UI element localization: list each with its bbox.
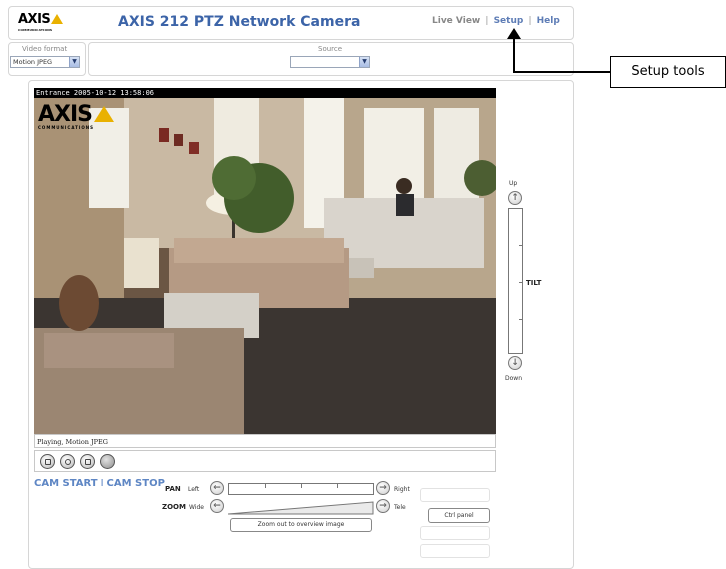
zoom-wide-arrow-icon[interactable]: ← — [210, 499, 224, 513]
logo-tagline: COMMUNICATIONS — [18, 28, 53, 32]
slider-tick — [265, 484, 266, 488]
pan-slider[interactable] — [228, 483, 374, 495]
fullscreen-icon — [85, 459, 91, 465]
axis-logo: AXIS COMMUNICATIONS — [18, 12, 64, 32]
status-bar: Playing, Motion JPEG — [34, 434, 496, 448]
pan-right-label: Right — [394, 486, 410, 493]
logo-triangle-icon — [51, 14, 64, 24]
tilt-up-label: Up — [509, 180, 518, 187]
zoom-tele-label: Tele — [394, 504, 406, 511]
page-title: AXIS 212 PTZ Network Camera — [118, 14, 361, 30]
player-controls — [34, 450, 496, 472]
zoom-wide-label: Wide — [189, 504, 204, 511]
callout-line-horizontal — [513, 71, 610, 73]
audio-button[interactable] — [100, 454, 115, 469]
empty-button-slot — [420, 544, 490, 558]
slider-tick — [519, 319, 523, 320]
nav-setup[interactable]: Setup — [494, 16, 524, 26]
chevron-down-icon[interactable]: ▼ — [69, 57, 79, 67]
video-axis-logo: AXIS COMMUNICATIONS — [38, 102, 115, 130]
pan-label: PAN — [165, 485, 181, 493]
logo-triangle-icon — [94, 106, 115, 122]
view-full-screen-button[interactable] — [80, 454, 95, 469]
empty-button-slot — [420, 526, 490, 540]
cam-stop-link[interactable]: CAM STOP — [107, 478, 165, 489]
video-logo-tagline: COMMUNICATIONS — [38, 125, 94, 130]
snapshot-icon — [65, 459, 71, 465]
top-nav: Live View | Setup | Help — [432, 16, 560, 26]
tilt-up-arrow-icon[interactable]: ↑ — [508, 191, 522, 205]
cam-start-link[interactable]: CAM START — [34, 478, 98, 489]
source-label: Source — [318, 45, 343, 53]
video-stream[interactable]: AXIS COMMUNICATIONS — [34, 98, 496, 434]
callout-line-vertical — [513, 38, 515, 72]
zoom-label: ZOOM — [162, 503, 186, 511]
cam-links-separator: I — [100, 478, 104, 489]
snapshot-button[interactable] — [60, 454, 75, 469]
pan-right-arrow-icon[interactable]: → — [376, 481, 390, 495]
video-format-value: Motion JPEG — [13, 58, 53, 66]
nav-separator: | — [485, 16, 489, 26]
slider-tick — [519, 245, 523, 246]
empty-button-slot — [420, 488, 490, 502]
ctrl-panel-button[interactable]: Ctrl panel — [428, 508, 490, 523]
stop-button[interactable] — [40, 454, 55, 469]
pan-left-arrow-icon[interactable]: ← — [210, 481, 224, 495]
zoom-wedge-icon — [227, 501, 374, 515]
pan-left-label: Left — [188, 486, 200, 493]
tilt-down-label: Down — [505, 375, 523, 382]
zoom-tele-arrow-icon[interactable]: → — [376, 499, 390, 513]
zoom-out-overview-button[interactable]: Zoom out to overview image — [230, 518, 372, 532]
video-overlay-text: Entrance 2005-10-12 13:58:06 — [34, 88, 496, 98]
slider-tick — [519, 282, 523, 283]
stop-icon — [45, 459, 51, 465]
video-logo-text: AXIS — [38, 102, 93, 127]
source-select[interactable]: ▼ — [290, 56, 370, 68]
video-format-label: Video format — [22, 45, 68, 53]
nav-live-view[interactable]: Live View — [432, 16, 480, 26]
logo-text: AXIS — [18, 12, 51, 27]
setup-tools-callout: Setup tools — [610, 56, 726, 88]
tilt-label: TILT — [526, 279, 542, 287]
video-frame-image — [34, 98, 496, 434]
tilt-down-arrow-icon[interactable]: ↓ — [508, 356, 522, 370]
cam-links: CAM START I CAM STOP — [34, 478, 165, 489]
slider-tick — [337, 484, 338, 488]
zoom-slider[interactable] — [227, 500, 374, 515]
nav-separator: | — [528, 16, 532, 26]
video-format-select[interactable]: Motion JPEG ▼ — [10, 56, 80, 68]
tilt-slider[interactable] — [508, 208, 523, 354]
nav-help[interactable]: Help — [537, 16, 560, 26]
slider-tick — [301, 484, 302, 488]
chevron-down-icon[interactable]: ▼ — [359, 57, 369, 67]
